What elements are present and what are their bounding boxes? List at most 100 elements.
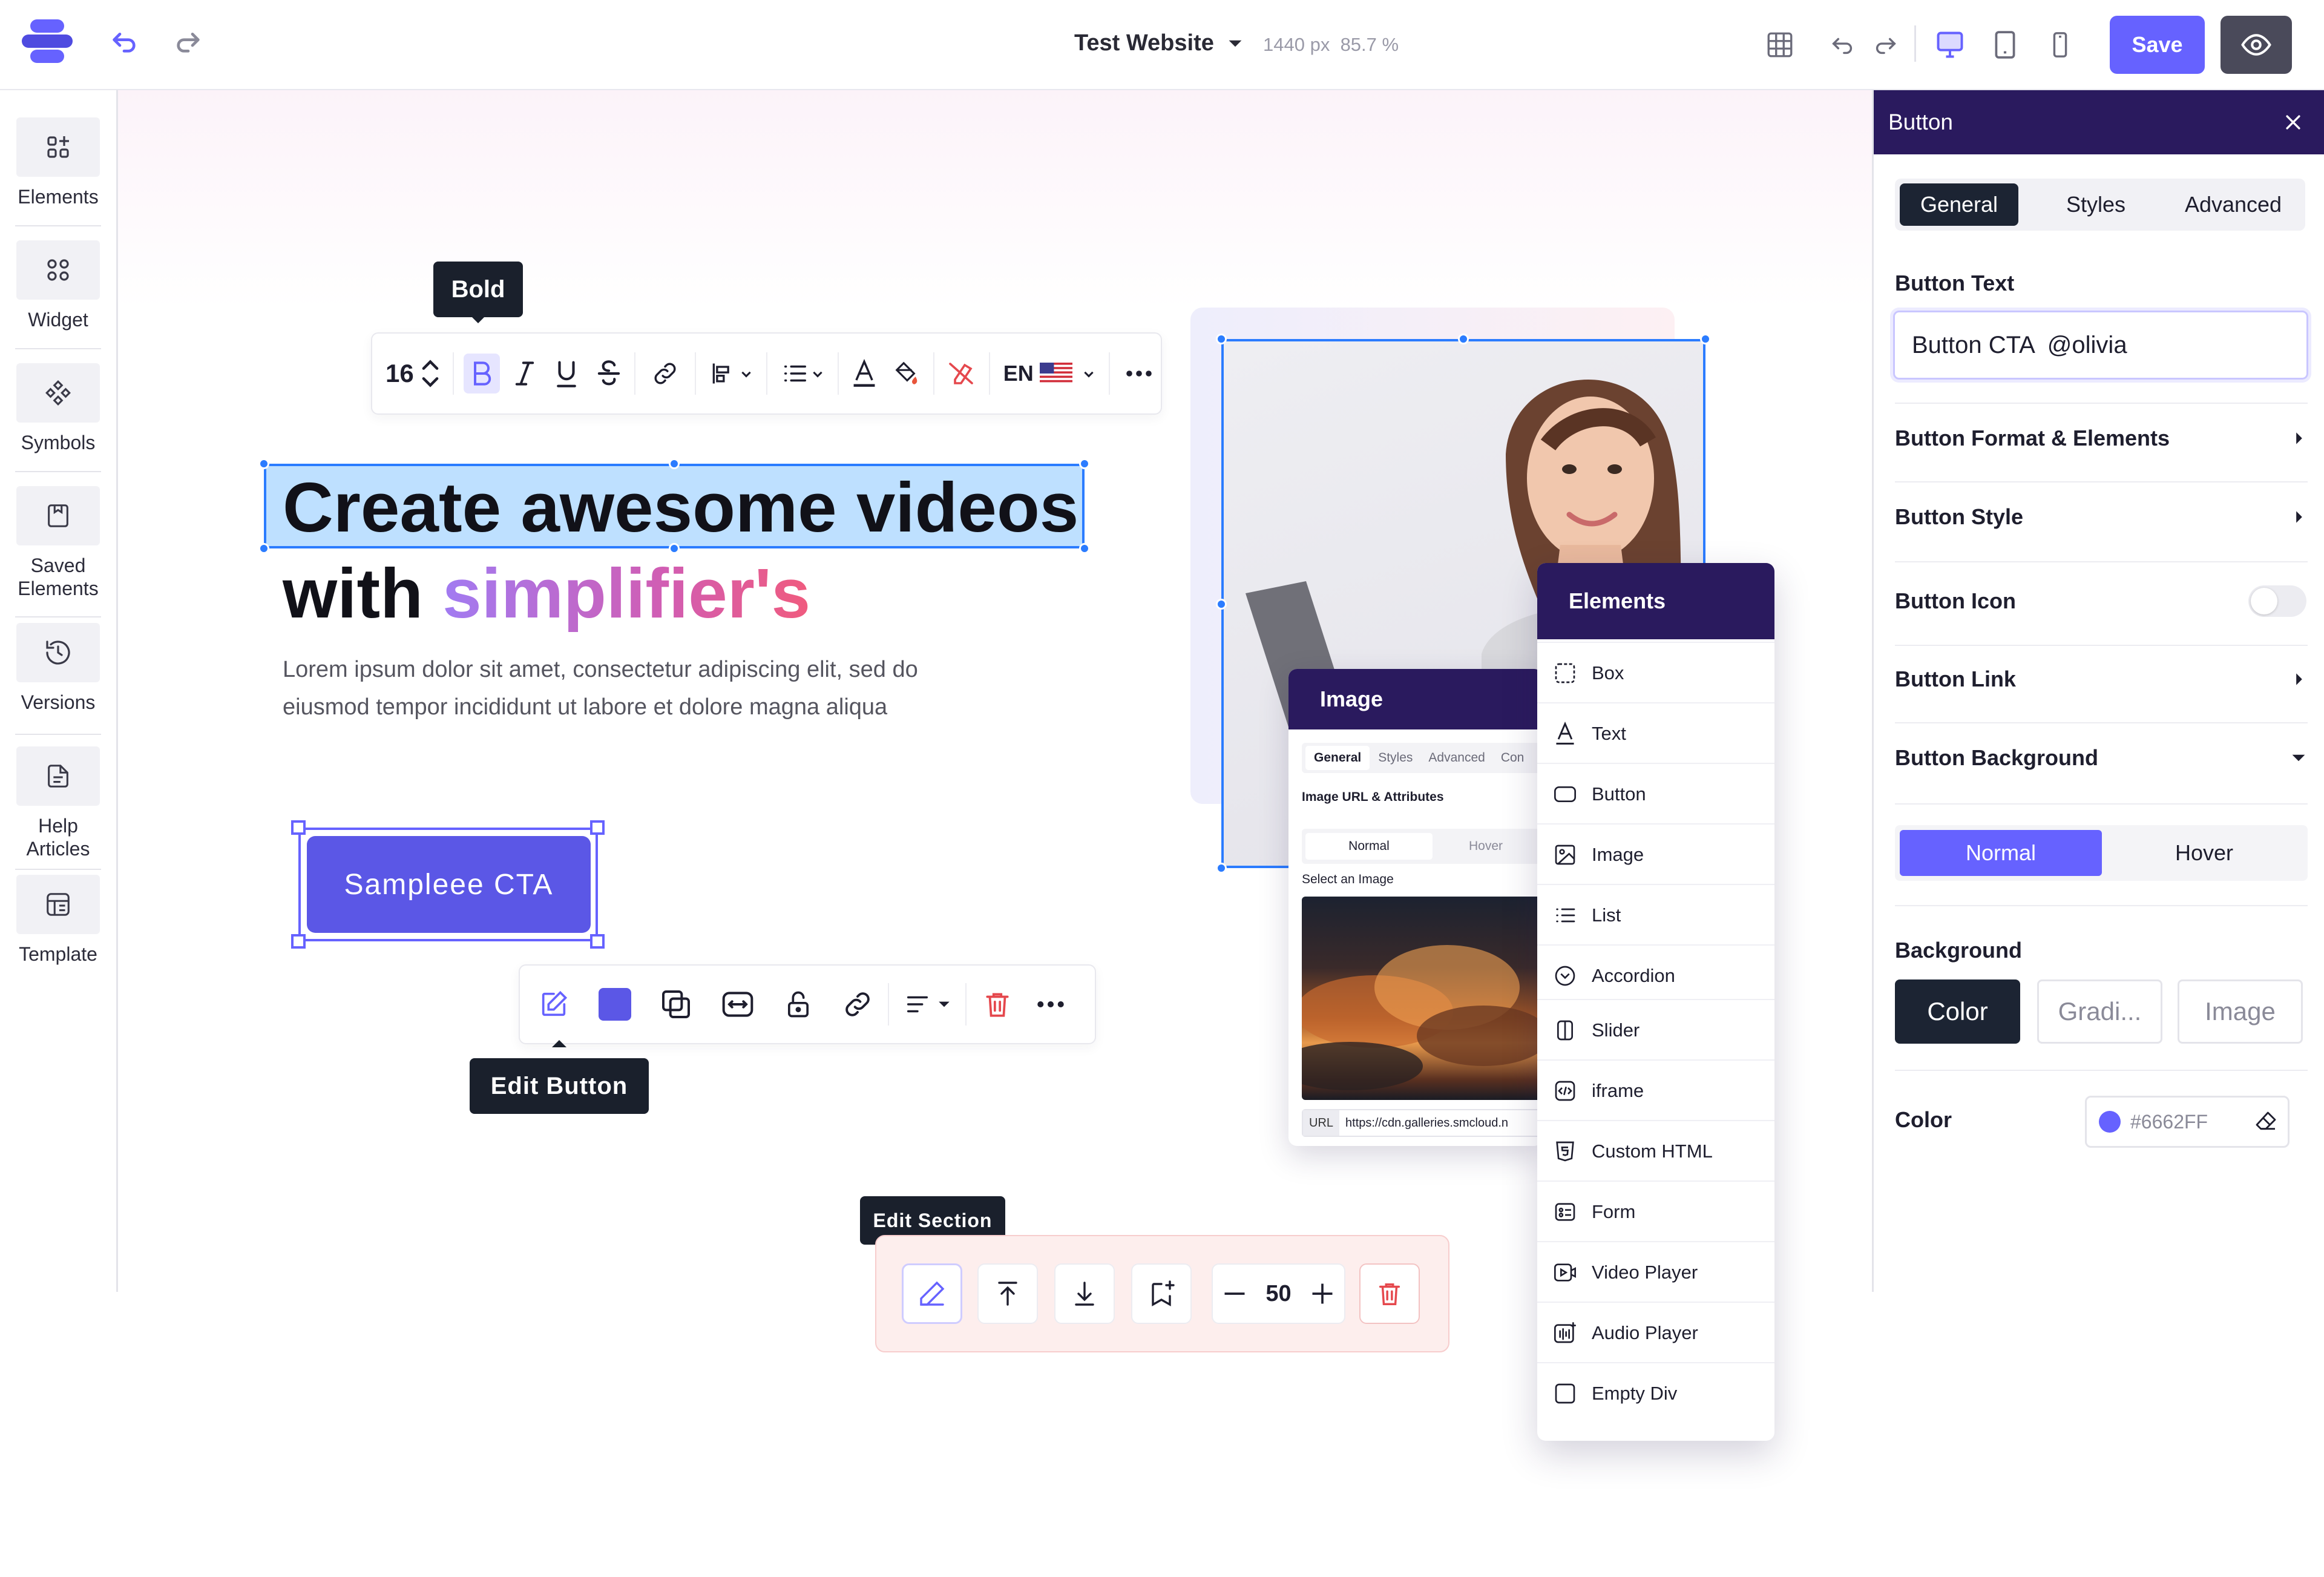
delete-section-button[interactable]	[1359, 1263, 1420, 1324]
sidebar-item-help-articles[interactable]: Help Articles	[0, 746, 116, 860]
element-item-button[interactable]: Button	[1537, 763, 1774, 825]
button-text-input[interactable]: Button CTA @olivia	[1893, 311, 2308, 380]
save-section-button[interactable]	[1131, 1263, 1192, 1324]
resize-handle[interactable]	[1458, 334, 1469, 344]
hero-body-text[interactable]: Lorem ipsum dolor sit amet, consectetur …	[283, 651, 960, 726]
element-item-text[interactable]: Text	[1537, 702, 1774, 764]
element-item-audio-player[interactable]: Audio Player	[1537, 1302, 1774, 1363]
section-spacing-stepper[interactable]: 50	[1212, 1263, 1345, 1324]
sidebar-item-symbols[interactable]: Symbols	[0, 363, 116, 454]
state-normal-button[interactable]: Normal	[1900, 830, 2102, 876]
element-item-form[interactable]: Form	[1537, 1180, 1774, 1242]
button-style-row[interactable]: Button Style	[1895, 504, 2306, 530]
resize-handle[interactable]	[1700, 334, 1711, 344]
duplicate-icon[interactable]	[659, 987, 693, 1021]
list-dropdown[interactable]	[781, 360, 824, 387]
bg-type-image-button[interactable]: Image	[2178, 979, 2303, 1044]
font-size-stepper-icon[interactable]	[420, 358, 441, 389]
state-hover[interactable]: Hover	[1469, 839, 1503, 854]
undo-small-icon[interactable]	[1822, 24, 1864, 66]
app-logo-icon[interactable]	[22, 16, 73, 67]
bg-type-color-button[interactable]: Color	[1895, 979, 2020, 1044]
resize-handle[interactable]	[258, 543, 269, 554]
minus-icon[interactable]	[1221, 1280, 1248, 1307]
sidebar-item-elements[interactable]: Elements	[0, 117, 116, 208]
tab-general[interactable]: General	[1305, 746, 1370, 770]
tab-conditions[interactable]: Con	[1501, 751, 1525, 765]
element-item-accordion[interactable]: Accordion	[1537, 944, 1774, 1006]
underline-icon[interactable]	[554, 360, 579, 387]
link-icon[interactable]	[651, 360, 679, 387]
eraser-icon[interactable]	[2254, 1110, 2278, 1134]
cta-button[interactable]: Sampleee CTA	[307, 836, 591, 933]
button-link-row[interactable]: Button Link	[1895, 667, 2306, 692]
more-options-icon[interactable]	[1126, 369, 1152, 378]
color-picker-field[interactable]: #6662FF	[2085, 1096, 2290, 1148]
tablet-view-icon[interactable]	[1984, 24, 2026, 66]
bold-button[interactable]	[463, 354, 500, 393]
element-item-empty-div[interactable]: Empty Div	[1537, 1362, 1774, 1424]
resize-handle[interactable]	[291, 820, 306, 835]
save-button[interactable]: Save	[2110, 16, 2205, 74]
language-selector[interactable]: EN	[1003, 361, 1095, 386]
element-item-image[interactable]: Image	[1537, 823, 1774, 885]
tab-styles[interactable]: Styles	[1378, 751, 1413, 765]
sidebar-item-versions[interactable]: Versions	[0, 623, 116, 714]
sidebar-item-saved-elements[interactable]: Saved Elements	[0, 486, 116, 600]
selected-image-thumbnail[interactable]	[1302, 897, 1543, 1100]
desktop-view-icon[interactable]	[1929, 24, 1971, 66]
resize-handle[interactable]	[590, 934, 605, 949]
undo-icon[interactable]	[103, 20, 145, 62]
redo-small-icon[interactable]	[1864, 24, 1906, 66]
resize-handle[interactable]	[590, 820, 605, 835]
tab-styles[interactable]: Styles	[2029, 183, 2162, 226]
edit-pencil-icon[interactable]	[538, 989, 570, 1020]
text-color-icon[interactable]	[851, 359, 878, 388]
close-icon[interactable]	[2283, 112, 2303, 133]
button-icon-toggle[interactable]	[2248, 585, 2306, 617]
sidebar-item-widget[interactable]: Widget	[0, 240, 116, 331]
strikethrough-icon[interactable]	[597, 360, 621, 387]
link-icon[interactable]	[842, 989, 873, 1020]
resize-handle[interactable]	[1216, 863, 1227, 874]
edit-section-button[interactable]	[902, 1263, 962, 1324]
delete-icon[interactable]	[982, 988, 1013, 1021]
text-align-dropdown[interactable]	[904, 990, 951, 1018]
button-color-swatch[interactable]	[599, 988, 631, 1021]
unlock-icon[interactable]	[783, 987, 814, 1021]
element-item-video-player[interactable]: Video Player	[1537, 1241, 1774, 1303]
resize-handle[interactable]	[258, 458, 269, 469]
sidebar-item-template[interactable]: Template	[0, 875, 116, 966]
plus-icon[interactable]	[1309, 1280, 1336, 1307]
tab-advanced[interactable]: Advanced	[1428, 751, 1485, 765]
element-item-iframe[interactable]: iframe	[1537, 1059, 1774, 1121]
site-selector[interactable]: Test Website	[1074, 30, 1243, 56]
font-size-value[interactable]: 16	[386, 359, 414, 388]
width-toggle-icon[interactable]	[721, 987, 755, 1021]
element-item-slider[interactable]: Slider	[1537, 999, 1774, 1061]
state-hover-button[interactable]: Hover	[2106, 830, 2303, 876]
more-options-icon[interactable]	[1037, 1000, 1065, 1009]
element-item-list[interactable]: List	[1537, 884, 1774, 946]
vertical-align-dropdown[interactable]	[709, 360, 753, 387]
mobile-view-icon[interactable]	[2039, 24, 2081, 66]
element-item-custom-html[interactable]: Custom HTML	[1537, 1120, 1774, 1182]
resize-handle[interactable]	[291, 934, 306, 949]
italic-icon[interactable]	[513, 360, 536, 387]
tab-general[interactable]: General	[1900, 183, 2018, 226]
resize-handle[interactable]	[1079, 458, 1090, 469]
image-url-field[interactable]: URL https://cdn.galleries.smcloud.n	[1302, 1109, 1543, 1137]
element-item-box[interactable]: Box	[1537, 642, 1774, 703]
bg-type-gradient-button[interactable]: Gradi...	[2037, 979, 2162, 1044]
tab-advanced[interactable]: Advanced	[2166, 183, 2300, 226]
highlight-color-icon[interactable]	[892, 360, 920, 387]
grid-icon[interactable]	[1759, 24, 1801, 66]
move-section-up-button[interactable]	[977, 1263, 1038, 1324]
button-format-elements-row[interactable]: Button Format & Elements	[1895, 426, 2306, 451]
preview-button[interactable]	[2221, 16, 2292, 74]
resize-handle[interactable]	[1079, 543, 1090, 554]
hero-heading-line1[interactable]: Create awesome videos	[283, 470, 1078, 545]
state-normal[interactable]: Normal	[1305, 833, 1433, 860]
resize-handle[interactable]	[1216, 334, 1227, 344]
resize-handle[interactable]	[1216, 599, 1227, 610]
